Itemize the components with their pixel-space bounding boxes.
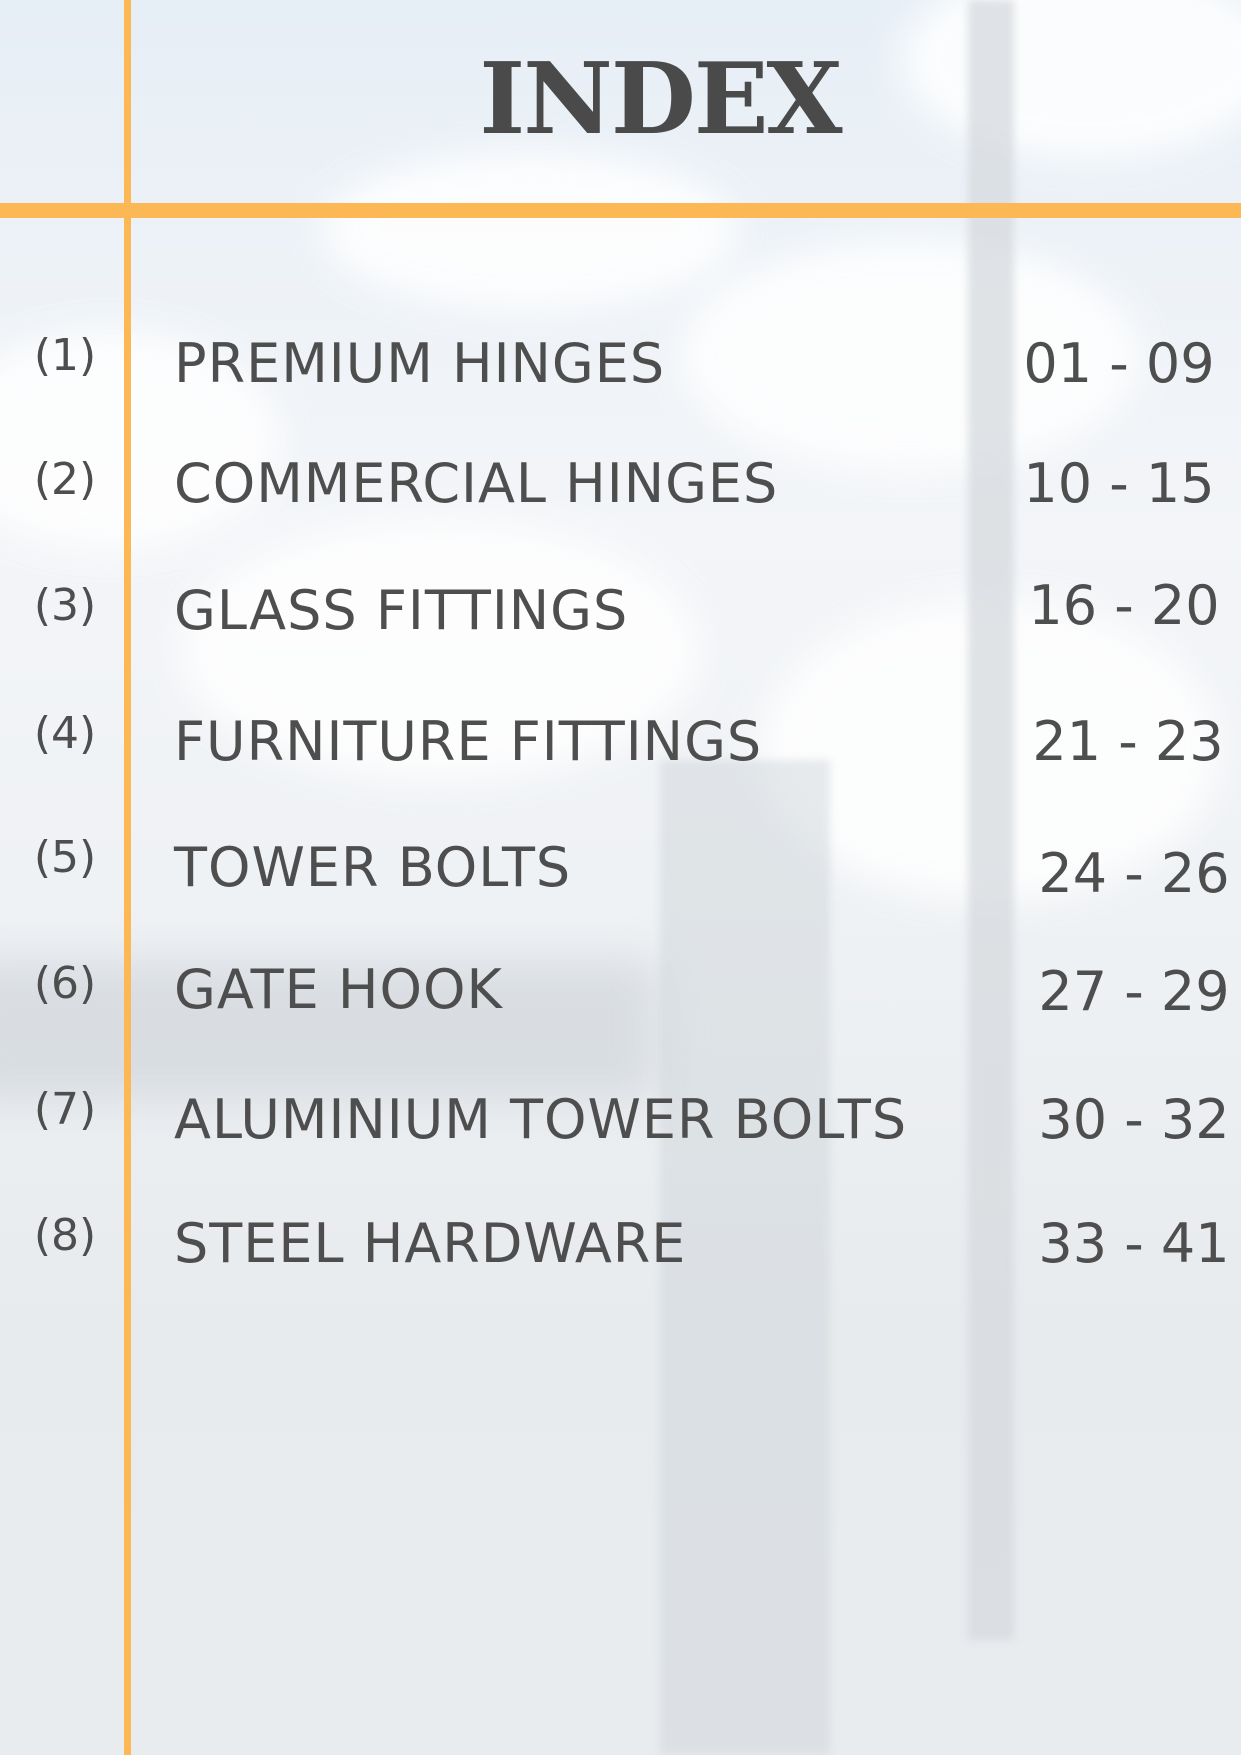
entry-pages: 24 - 26 [1038, 842, 1230, 905]
entry-number: (6) [33, 958, 97, 1009]
entry-label: PREMIUM HINGES [174, 332, 666, 395]
entry-pages: 10 - 15 [1023, 452, 1215, 515]
entry-label: TOWER BOLTS [174, 836, 572, 899]
entry-number: (5) [33, 832, 97, 883]
entry-number: (7) [33, 1084, 97, 1135]
entry-pages: 27 - 29 [1038, 960, 1230, 1023]
entry-label: COMMERCIAL HINGES [174, 452, 779, 515]
cloud-shape [900, 0, 1241, 160]
entry-number: (4) [33, 708, 97, 759]
entry-pages: 01 - 09 [1023, 332, 1215, 395]
entry-number: (3) [33, 580, 97, 631]
page-title: INDEX [479, 42, 842, 157]
entry-label: GLASS FITTINGS [174, 579, 629, 642]
entry-label: STEEL HARDWARE [174, 1212, 687, 1275]
entry-pages: 33 - 41 [1038, 1212, 1230, 1275]
horizontal-accent-line [0, 203, 1241, 218]
entry-pages: 30 - 32 [1038, 1088, 1230, 1151]
entry-label: GATE HOOK [174, 958, 503, 1021]
entry-label: ALUMINIUM TOWER BOLTS [174, 1088, 908, 1151]
entry-pages: 16 - 20 [1028, 574, 1220, 637]
cloud-shape [320, 150, 740, 310]
entry-number: (1) [33, 330, 97, 381]
entry-pages: 21 - 23 [1032, 710, 1224, 773]
tower-silhouette [968, 0, 1014, 1640]
vertical-accent-line [124, 0, 131, 1755]
index-page: INDEX (1) PREMIUM HINGES 01 - 09 (2) COM… [0, 0, 1241, 1755]
entry-label: FURNITURE FITTINGS [174, 710, 763, 773]
entry-number: (2) [33, 454, 97, 505]
entry-number: (8) [33, 1210, 97, 1261]
